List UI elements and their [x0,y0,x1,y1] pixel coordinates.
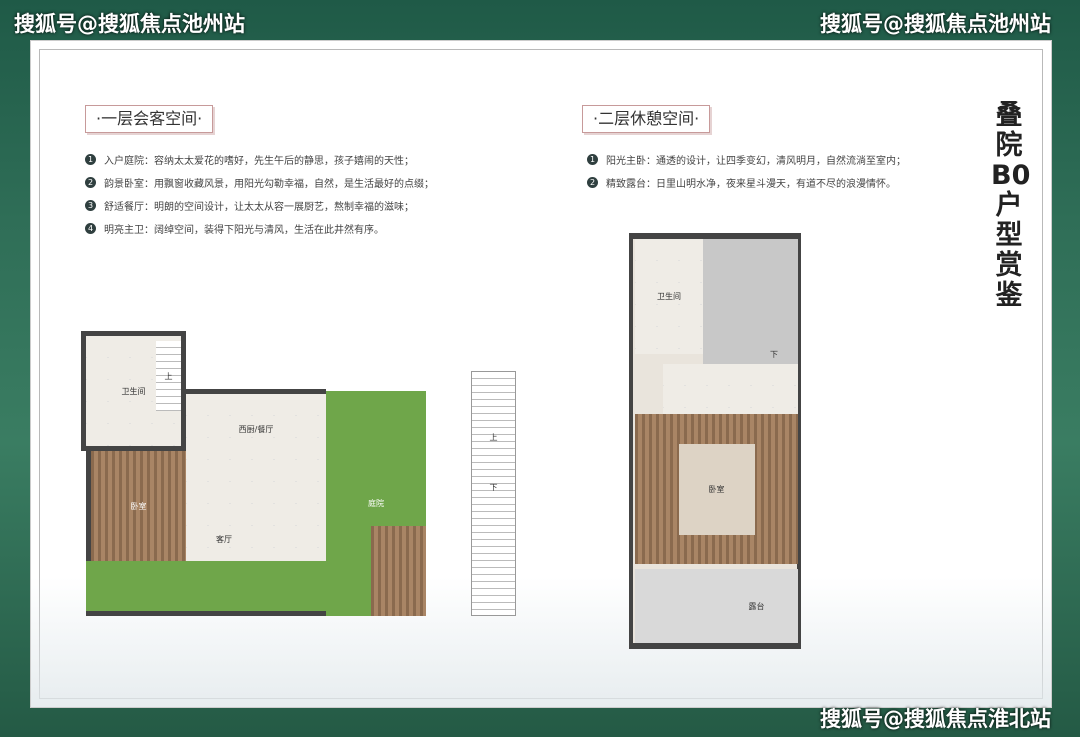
hall [663,364,798,414]
stairwell: 下 [703,239,798,364]
floor1-list: 1 入户庭院：容纳太太爱花的嗜好，先生午后的静思，孩子嬉闹的天性； 2 韵景卧室：用… [85,148,434,240]
floor2-list: 1 阳光主卧：通透的设计，让四季变幻，清风明月，自然流淌至室内； 2 精致露台：日里… [587,148,906,194]
bedroom: 卧室 [86,451,186,561]
deck [371,526,426,616]
floor1-tag: ·一层会客空间· [85,105,214,133]
floor2-tag: ·二层休憩空间· [582,105,711,133]
list-item: 4 明亮主卫：阔绰空间，装得下阳光与清风，生活在此井然有序。 [85,217,434,240]
stairs: 上 [156,341,181,411]
bedroom: 卧室 [635,414,798,564]
living-dining: 西厨/餐厅 客厅 [186,389,326,561]
outdoor-stairs: 上 下 [471,371,516,616]
floorplan-card: 叠院B0户型赏鉴 ·一层会客空间· 1 入户庭院：容纳太太爱花的嗜好，先生午后的静… [30,40,1052,708]
list-item: 1 阳光主卧：通透的设计，让四季变幻，清风明月，自然流淌至室内； [587,148,906,171]
watermark: 搜狐号@搜狐焦点淮北站 [820,707,1051,731]
front-garden [86,561,326,616]
list-item: 3 舒适餐厅：明朗的空间设计，让太太从容一展厨艺，熬制幸福的滋味； [85,194,434,217]
list-item: 1 入户庭院：容纳太太爱花的嗜好，先生午后的静思，孩子嬉闹的天性； [85,148,434,171]
watermark: 搜狐号@搜狐焦点池州站 [14,12,245,36]
list-item: 2 精致露台：日里山明水净，夜来星斗漫天，有道不尽的浪漫情怀。 [587,171,906,194]
bathroom: 卫生间 [635,239,703,354]
list-item: 2 韵景卧室：用飘窗收藏风景，用阳光勾勒幸福，自然，是生活最好的点缀； [85,171,434,194]
watermark: 搜狐号@搜狐焦点池州站 [820,12,1051,36]
terrace: 露台 [635,569,798,643]
vertical-title: 叠院B0户型赏鉴 [991,100,1031,311]
